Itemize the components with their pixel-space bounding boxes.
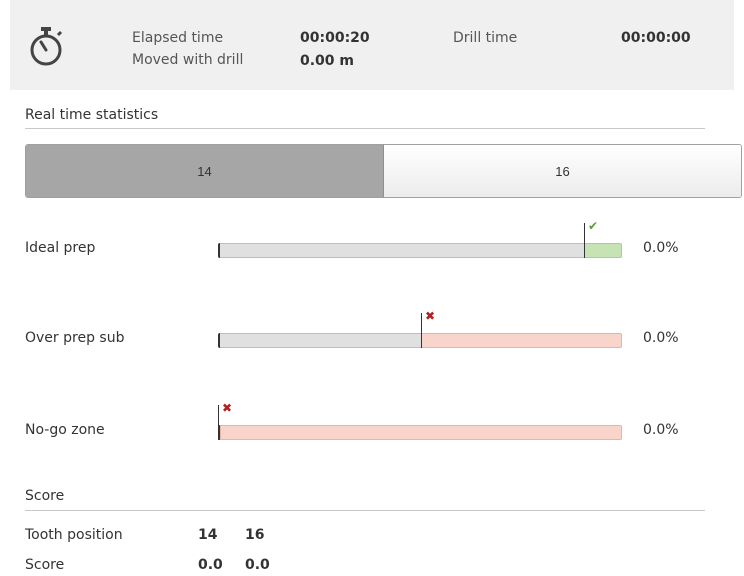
drill-time-label: Drill time: [453, 30, 518, 46]
threshold-marker: [421, 313, 422, 348]
score-label: Score: [25, 557, 65, 573]
bar-excess-segment: [421, 333, 622, 348]
elapsed-time-label: Elapsed time: [132, 30, 224, 46]
bar-label: Over prep sub: [25, 330, 125, 346]
tooth-tabs: 14 16: [25, 144, 742, 198]
drill-time-value: 00:00:00: [621, 30, 691, 46]
tooth-position-label: Tooth position: [25, 527, 123, 543]
score-title: Score: [25, 488, 65, 504]
realtime-statistics-title: Real time statistics: [25, 107, 159, 123]
moved-with-drill-value: 0.00 m: [300, 53, 355, 69]
bar-neutral-segment: [220, 243, 584, 258]
bar-neutral-segment: [220, 333, 421, 348]
bar-percent: 0.0%: [643, 422, 679, 438]
tooth-position-value-16: 16: [245, 527, 265, 543]
bar-excess-segment: [220, 425, 622, 440]
tab-16[interactable]: 16: [384, 145, 741, 197]
header-panel: Elapsed time 00:00:20 Moved with drill 0…: [10, 0, 734, 90]
x-icon: ✖: [425, 309, 436, 323]
check-icon: ✔: [588, 219, 599, 233]
progress-bar: [218, 333, 622, 348]
score-value-16: 0.0: [245, 557, 270, 573]
bar-label: No-go zone: [25, 422, 105, 438]
section-divider: [25, 128, 705, 129]
bar-percent: 0.0%: [643, 240, 679, 256]
bar-target-segment: [584, 243, 622, 258]
progress-bar: [218, 425, 622, 440]
bar-percent: 0.0%: [643, 330, 679, 346]
moved-with-drill-label: Moved with drill: [132, 52, 244, 68]
elapsed-time-value: 00:00:20: [300, 30, 370, 46]
threshold-marker: [218, 405, 219, 440]
threshold-marker: [584, 223, 585, 258]
bar-label: Ideal prep: [25, 240, 96, 256]
progress-bar: [218, 243, 622, 258]
x-icon: ✖: [222, 401, 233, 415]
stopwatch-icon: [27, 25, 65, 69]
score-value-14: 0.0: [198, 557, 223, 573]
score-divider: [25, 510, 705, 511]
tab-14[interactable]: 14: [26, 145, 384, 197]
tooth-position-value-14: 14: [198, 527, 218, 543]
